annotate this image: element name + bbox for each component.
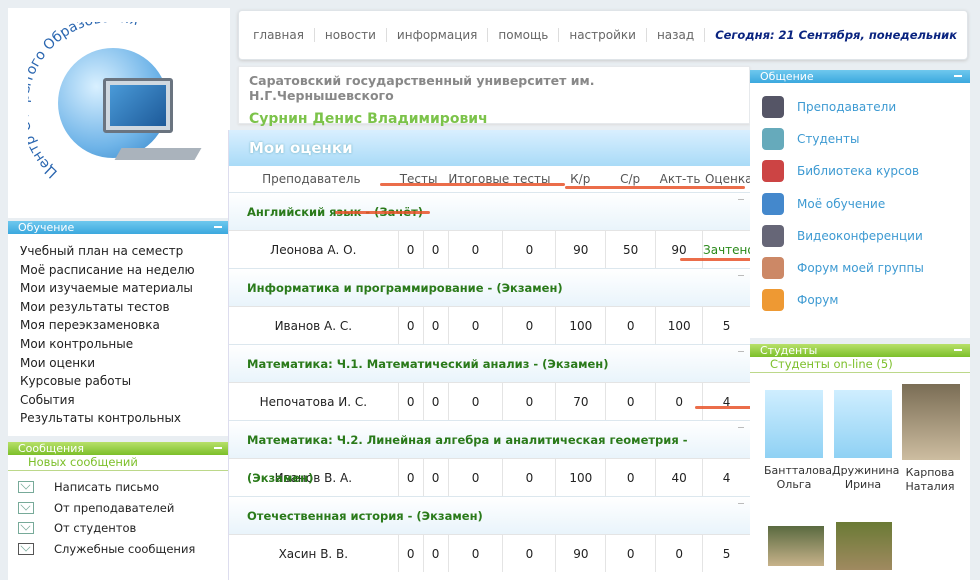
envelope-icon xyxy=(18,501,34,514)
teacher-icon xyxy=(762,96,784,119)
highlight-mark xyxy=(565,186,745,189)
write-letter[interactable]: Написать письмо xyxy=(8,477,230,498)
collapse-icon[interactable] xyxy=(214,226,222,228)
comm-forum[interactable]: Форум xyxy=(750,284,970,316)
comm-teachers[interactable]: Преподаватели xyxy=(750,91,970,123)
students-online-link[interactable]: Студенты on-line (5) xyxy=(750,357,970,373)
highlight-mark xyxy=(680,258,758,261)
highlight-mark xyxy=(380,183,565,186)
comm-students[interactable]: Студенты xyxy=(750,123,970,155)
avatar xyxy=(902,384,960,460)
study-item-coursework[interactable]: Курсовые работы xyxy=(20,372,230,391)
table-row: Хасин В. В. 0 0 0 0 90 0 0 5 xyxy=(229,534,750,572)
communication-menu: Общение Преподаватели Студенты Библиотек… xyxy=(750,70,970,338)
study-item-test-results[interactable]: Мои результаты тестов xyxy=(20,298,230,317)
study-item-materials[interactable]: Мои изучаемые материалы xyxy=(20,279,230,298)
col-tests: Тесты xyxy=(399,172,438,186)
book-icon xyxy=(762,192,784,215)
student-card[interactable]: Бантталова Ольга xyxy=(764,390,832,492)
top-navigation: главная новости информация помощь настро… xyxy=(238,10,968,60)
user-name: Сурнин Денис Владимирович xyxy=(249,111,488,127)
collapse-icon[interactable] xyxy=(954,349,962,351)
subject-title: Английский язык - (Зачёт) xyxy=(229,192,750,230)
subject-title: Информатика и программирование - (Экзаме… xyxy=(229,268,750,306)
students-panel: Студенты Студенты on-line (5) Бантталова… xyxy=(750,344,970,580)
table-row: Иванов А. С. 0 0 0 0 100 0 100 5 xyxy=(229,306,750,344)
communication-title: Общение xyxy=(750,70,970,83)
student-card[interactable]: Дружинина Ирина xyxy=(832,390,899,492)
students-icon xyxy=(762,128,784,151)
comm-group-forum[interactable]: Форум моей группы xyxy=(750,252,970,284)
col-teacher: Преподаватель xyxy=(262,172,361,186)
nav-home[interactable]: главная xyxy=(243,28,315,42)
study-item-control-results[interactable]: Результаты контрольных xyxy=(20,409,230,428)
avatar[interactable] xyxy=(836,522,892,570)
subject-title: Математика: Ч.1. Математический анализ -… xyxy=(229,344,750,382)
grades-title: Мои оценки xyxy=(229,130,750,166)
from-students[interactable]: От студентов xyxy=(8,518,230,539)
study-item-plan[interactable]: Учебный план на семестр xyxy=(20,242,230,261)
nav-news[interactable]: новости xyxy=(315,28,387,42)
nav-back[interactable]: назад xyxy=(647,28,706,42)
user-info: Саратовский государственный университет … xyxy=(238,66,750,127)
collapse-icon[interactable] xyxy=(954,75,962,77)
avatar[interactable] xyxy=(768,526,824,566)
university-name: Саратовский государственный университет … xyxy=(249,73,595,103)
logo[interactable]: Центр Открытого Образования xyxy=(8,8,230,218)
study-item-events[interactable]: События xyxy=(20,391,230,410)
students-title: Студенты xyxy=(750,344,970,357)
today-date: Сегодня: 21 Сентября, понедельник xyxy=(715,28,957,42)
envelope-icon xyxy=(18,542,34,555)
grades-panel: Мои оценки Преподаватель Тесты Итоговые … xyxy=(228,130,755,580)
books-icon xyxy=(762,160,784,183)
write-letter-icon xyxy=(18,481,34,494)
camera-icon xyxy=(762,224,784,247)
nav-help[interactable]: помощь xyxy=(488,28,560,42)
from-teachers[interactable]: От преподавателей xyxy=(8,498,230,519)
nav-settings[interactable]: настройки xyxy=(559,28,647,42)
highlight-mark xyxy=(335,211,430,214)
new-messages-link[interactable]: Новых сообщений xyxy=(8,455,230,471)
study-item-schedule[interactable]: Моё расписание на неделю xyxy=(20,261,230,280)
student-card[interactable]: Карпова Наталия xyxy=(902,384,960,494)
avatar xyxy=(834,390,892,458)
subject-title: Математика: Ч.2. Линейная алгебра и анал… xyxy=(229,420,750,485)
envelope-icon xyxy=(18,522,34,535)
study-menu: Обучение Учебный план на семестр Моё рас… xyxy=(8,221,230,436)
messages-menu: Сообщения Новых сообщений Написать письм… xyxy=(8,442,230,580)
group-forum-icon xyxy=(762,257,784,280)
table-row: Непочатова И. С. 0 0 0 0 70 0 0 4 xyxy=(229,382,750,420)
nav-info[interactable]: информация xyxy=(387,28,489,42)
study-title: Обучение xyxy=(8,221,230,234)
collapse-icon[interactable] xyxy=(214,447,222,449)
service-messages[interactable]: Служебные сообщения xyxy=(8,539,230,560)
comm-video[interactable]: Видеоконференции xyxy=(750,220,970,252)
forum-icon xyxy=(762,289,784,312)
col-final-tests: Итоговые тесты xyxy=(448,172,551,186)
table-row: Леонова А. О. 0 0 0 0 90 50 90 Зачтено xyxy=(229,230,755,268)
study-item-grades[interactable]: Мои оценки xyxy=(20,354,230,373)
comm-my-study[interactable]: Моё обучение xyxy=(750,188,970,220)
study-item-reexam[interactable]: Моя переэкзаменовка xyxy=(20,316,230,335)
messages-title: Сообщения xyxy=(8,442,230,455)
subject-title: Отечественная история - (Экзамен) xyxy=(229,496,750,534)
logo-text: Центр Открытого Образования xyxy=(28,22,140,181)
comm-library[interactable]: Библиотека курсов xyxy=(750,155,970,187)
study-item-controls[interactable]: Мои контрольные xyxy=(20,335,230,354)
avatar xyxy=(765,390,823,458)
